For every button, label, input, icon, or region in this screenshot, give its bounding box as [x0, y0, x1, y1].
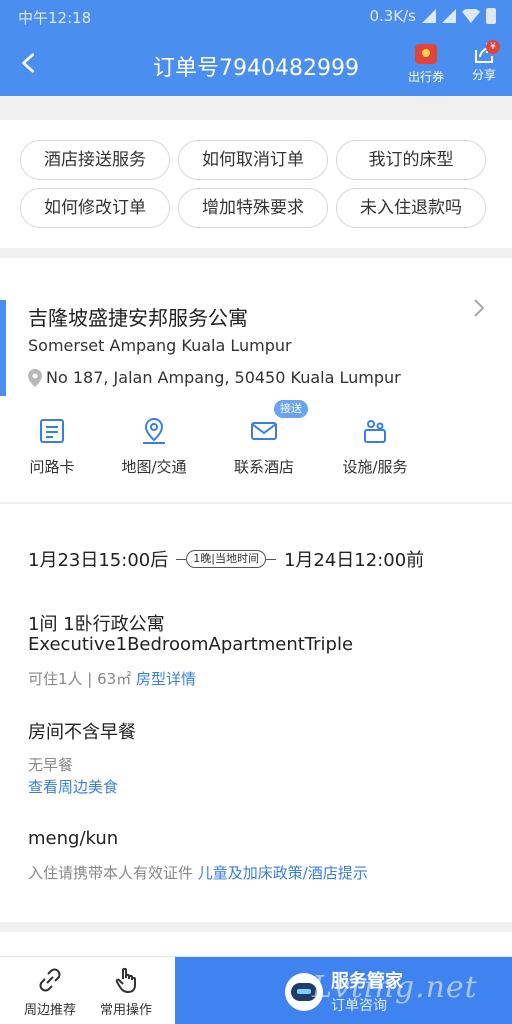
- room-title: 1间 1卧行政公寓: [28, 614, 165, 635]
- share-label: 分享: [471, 68, 496, 82]
- hotel-address-text: No 187, Jalan Ampang, 50450 Kuala Lumpur: [46, 368, 401, 387]
- facilities-icon: [364, 420, 386, 443]
- nights-badge: 1晚|当地时间: [186, 550, 266, 568]
- tool-direction-card[interactable]: 问路卡: [28, 416, 76, 477]
- order-detail-card: 1月23日15:00后 1晚|当地时间 1月24日12:00前 1间 1卧行政公…: [0, 504, 512, 922]
- card-icon: [40, 419, 64, 443]
- tool-map-transport[interactable]: 地图/交通: [118, 416, 190, 477]
- chip-bed-type[interactable]: 我订的床型: [336, 140, 486, 180]
- nearby-food-link[interactable]: 查看周边美食: [28, 776, 118, 797]
- tool-direction-card-label: 问路卡: [29, 458, 75, 476]
- breakfast-sub: 无早餐: [28, 756, 74, 774]
- tool-contact-hotel-label: 联系酒店: [233, 458, 294, 476]
- guest-note: 入住请携带本人有效证件 儿童及加床政策/酒店提示: [28, 862, 368, 883]
- travel-coupon-button[interactable]: 出行券: [404, 42, 448, 90]
- hotel-name[interactable]: 吉隆坡盛捷安邦服务公寓: [28, 302, 248, 331]
- tool-map-transport-label: 地图/交通: [121, 458, 187, 476]
- tool-facilities-label: 设施/服务: [342, 458, 408, 476]
- mail-icon: [251, 422, 277, 440]
- hotel-accent-bar: [0, 300, 6, 396]
- location-pin-icon: [28, 368, 42, 387]
- nearby-recommend-label: 周边推荐: [23, 1003, 76, 1018]
- status-time: 中午12:18: [18, 9, 92, 27]
- service-assistant-button[interactable]: 服务管家 订单咨询: [175, 957, 512, 1024]
- hotel-info-card: 吉隆坡盛捷安邦服务公寓 Somerset Ampang Kuala Lumpur…: [0, 258, 512, 502]
- robot-avatar-icon: [285, 973, 323, 1011]
- hotel-detail-arrow[interactable]: [472, 298, 492, 322]
- wifi-icon: [462, 9, 480, 23]
- top-header: 中午12:18 0.3K/s 订单号7940482999 出行券 ¥ 分享: [0, 0, 512, 96]
- tool-contact-hotel[interactable]: 联系酒店: [230, 416, 298, 477]
- stay-dates: 1月23日15:00后 1晚|当地时间 1月24日12:00前: [28, 546, 498, 572]
- nights-indicator: 1晚|当地时间: [176, 550, 276, 568]
- signal-icon: [422, 9, 436, 23]
- id-reminder: 入住请携带本人有效证件: [28, 864, 194, 882]
- tool-facilities[interactable]: 设施/服务: [338, 416, 412, 477]
- divider: [176, 558, 187, 560]
- chevron-right-icon: [474, 299, 485, 317]
- room-detail-link[interactable]: 房型详情: [136, 670, 196, 688]
- breakfast-title: 房间不含早餐: [28, 722, 136, 743]
- transfer-badge: 接送: [274, 400, 308, 418]
- checkout-time: 1月24日12:00前: [283, 550, 425, 571]
- chip-modify-order[interactable]: 如何修改订单: [20, 188, 170, 228]
- map-pin-icon: [143, 417, 165, 444]
- hotel-address[interactable]: No 187, Jalan Ampang, 50450 Kuala Lumpur: [28, 368, 401, 387]
- travel-coupon-label: 出行券: [407, 70, 444, 84]
- hotel-name-en: Somerset Ampang Kuala Lumpur: [28, 336, 292, 355]
- status-indicators: 0.3K/s: [369, 7, 496, 25]
- status-bar: 中午12:18 0.3K/s: [0, 0, 512, 34]
- checkin-time: 1月23日15:00后: [28, 550, 169, 571]
- chip-how-to-cancel[interactable]: 如何取消订单: [178, 140, 328, 180]
- common-actions-button[interactable]: 常用操作: [96, 965, 156, 1018]
- room-meta: 可住1人 | 63㎡ 房型详情: [28, 668, 196, 689]
- chip-special-request[interactable]: 增加特殊要求: [178, 188, 328, 228]
- room-capacity-area: 可住1人 | 63㎡: [28, 670, 132, 688]
- assistant-title: 服务管家: [331, 971, 403, 992]
- share-badge: ¥: [486, 40, 500, 54]
- share-button[interactable]: ¥ 分享: [464, 40, 504, 90]
- bottom-action-bar: 周边推荐 常用操作 服务管家 订单咨询: [0, 956, 512, 1024]
- red-envelope-icon: [415, 44, 437, 64]
- chip-no-show-refund[interactable]: 未入住退款吗: [336, 188, 486, 228]
- network-speed: 0.3K/s: [369, 7, 416, 25]
- nearby-recommend-button[interactable]: 周边推荐: [20, 965, 80, 1018]
- hand-tap-icon: [115, 967, 136, 993]
- room-name-en: Executive1BedroomApartmentTriple: [28, 634, 354, 655]
- common-actions-label: 常用操作: [99, 1003, 152, 1018]
- quick-question-chips: 酒店接送服务 如何取消订单 我订的床型 如何修改订单 增加特殊要求 未入住退款吗: [0, 120, 512, 248]
- assistant-subtitle: 订单咨询: [331, 998, 387, 1014]
- signal-icon-2: [442, 9, 456, 23]
- policy-link[interactable]: 儿童及加床政策/酒店提示: [198, 864, 368, 882]
- link-chain-icon: [39, 968, 61, 992]
- battery-icon: [486, 8, 496, 24]
- guest-name: meng/kun: [28, 828, 119, 849]
- divider: [265, 558, 276, 560]
- chip-hotel-transfer[interactable]: 酒店接送服务: [20, 140, 170, 180]
